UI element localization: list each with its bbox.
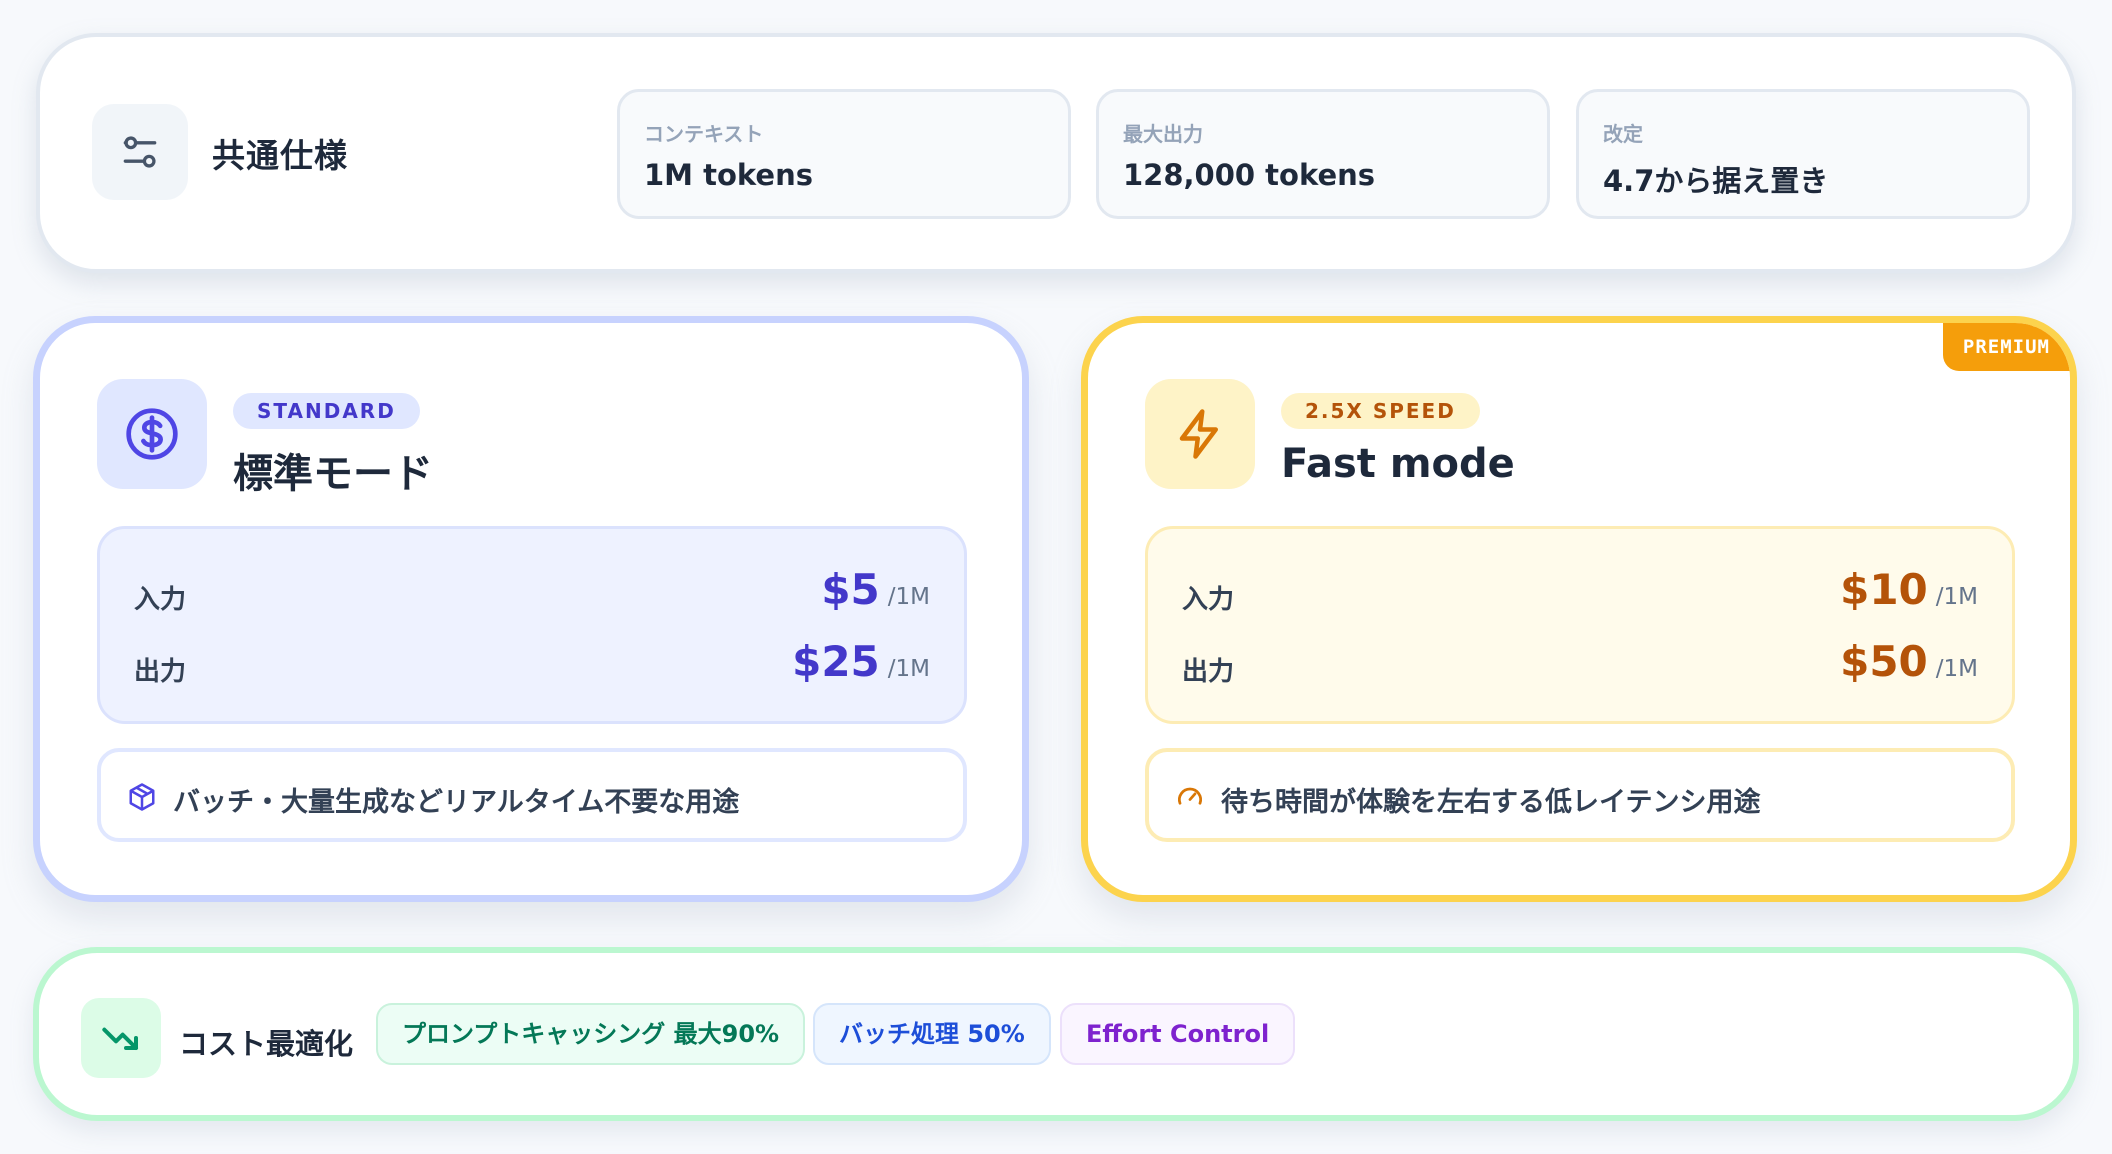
price-value: $5/1M (821, 565, 930, 614)
spec-revision: 改定 4.7から据え置き (1576, 89, 2030, 219)
fast-badge: 2.5X SPEED (1281, 393, 1480, 429)
trending-down-icon (81, 998, 161, 1078)
fast-mode-title: Fast mode (1281, 441, 1515, 487)
spec-title: 共通仕様 (212, 136, 348, 175)
standard-mode-card: STANDARD 標準モード 入力 $5/1M 出力 $25/1M バッチ・大量… (33, 316, 1029, 902)
chip-batch-processing: バッチ処理 50% (813, 1003, 1051, 1065)
gauge-icon (1178, 787, 1202, 805)
price-row-input: 入力 $5/1M (134, 565, 930, 625)
spec-max-output: 最大出力 128,000 tokens (1096, 89, 1550, 219)
fast-price-box: 入力 $10/1M 出力 $50/1M (1145, 526, 2015, 724)
sliders-icon (92, 104, 188, 200)
spec-context: コンテキスト 1M tokens (617, 89, 1071, 219)
lightning-icon (1145, 379, 1255, 489)
price-unit: /1M (1935, 584, 1978, 610)
standard-mode-title: 標準モード (233, 451, 433, 497)
standard-usecase-text: バッチ・大量生成などリアルタイム不要な用途 (173, 787, 740, 818)
spec-context-label: コンテキスト (644, 122, 764, 146)
package-icon (129, 783, 155, 811)
chip-prompt-caching: プロンプトキャッシング 最大90% (376, 1003, 806, 1065)
spec-revision-value: 4.7から据え置き (1603, 164, 1829, 198)
spec-max-output-label: 最大出力 (1123, 122, 1203, 146)
spec-context-value: 1M tokens (644, 158, 814, 192)
price-label: 出力 (1182, 657, 1235, 687)
spec-revision-label: 改定 (1603, 122, 1643, 146)
price-value: $50/1M (1840, 637, 1978, 686)
price-unit: /1M (887, 584, 930, 610)
standard-usecase: バッチ・大量生成などリアルタイム不要な用途 (97, 748, 967, 842)
price-label: 出力 (134, 657, 187, 687)
price-amount: $5 (821, 565, 880, 614)
page: 共通仕様 コンテキスト 1M tokens 最大出力 128,000 token… (0, 0, 2112, 1154)
spec-max-output-value: 128,000 tokens (1123, 158, 1376, 192)
price-value: $10/1M (1840, 565, 1978, 614)
optimization-title: コスト最適化 (179, 1027, 354, 1061)
fast-usecase-text: 待ち時間が体験を左右する低レイテンシ用途 (1221, 787, 1761, 818)
price-label: 入力 (134, 585, 187, 615)
price-amount: $25 (792, 637, 880, 686)
chip-effort-control: Effort Control (1060, 1003, 1296, 1065)
premium-tag: PREMIUM (1942, 323, 2070, 371)
price-row-output: 出力 $25/1M (134, 637, 930, 697)
price-row-input: 入力 $10/1M (1182, 565, 1978, 625)
fast-mode-card: PREMIUM 2.5X SPEED Fast mode 入力 $10/1M 出… (1081, 316, 2077, 902)
price-label: 入力 (1182, 585, 1235, 615)
price-amount: $10 (1840, 565, 1928, 614)
price-unit: /1M (1935, 656, 1978, 682)
price-amount: $50 (1840, 637, 1928, 686)
dollar-circle-icon (97, 379, 207, 489)
price-value: $25/1M (792, 637, 930, 686)
price-unit: /1M (887, 656, 930, 682)
fast-usecase: 待ち時間が体験を左右する低レイテンシ用途 (1145, 748, 2015, 842)
cost-optimization-panel: コスト最適化 プロンプトキャッシング 最大90% バッチ処理 50% Effor… (33, 947, 2079, 1121)
common-spec-panel: 共通仕様 コンテキスト 1M tokens 最大出力 128,000 token… (36, 33, 2076, 273)
price-row-output: 出力 $50/1M (1182, 637, 1978, 697)
standard-badge: STANDARD (233, 393, 420, 429)
standard-price-box: 入力 $5/1M 出力 $25/1M (97, 526, 967, 724)
